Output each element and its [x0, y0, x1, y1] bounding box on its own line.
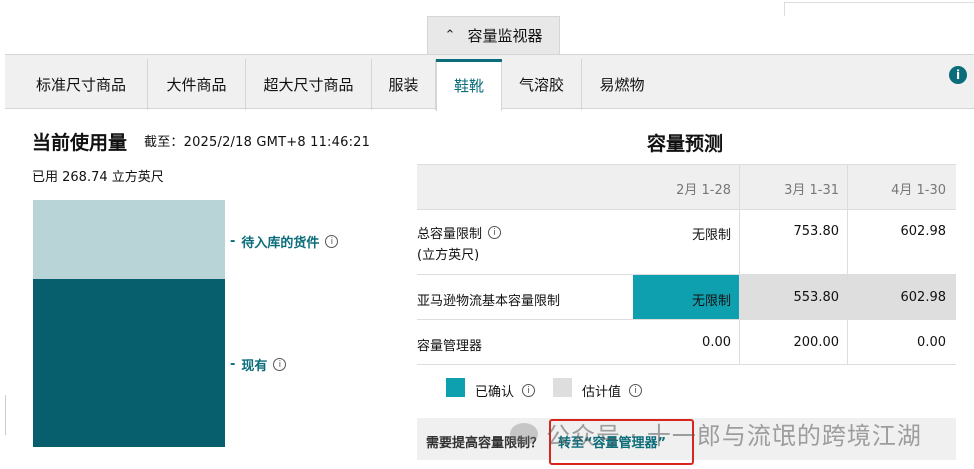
wechat-icon [510, 422, 538, 445]
total-limit-mar: 753.80 [793, 224, 840, 239]
info-icon[interactable]: i [273, 358, 287, 371]
current-usage-title: 当前使用量 [32, 132, 128, 154]
used-volume: 已用 268.74 立方英尺 [32, 170, 164, 185]
tab-extra-large[interactable]: 超大尺寸商品 [246, 59, 372, 110]
capacity-manager-mar: 200.00 [793, 335, 840, 350]
tab-standard-size[interactable]: 标准尺寸商品 [15, 59, 148, 110]
column-divider [847, 164, 848, 364]
tab-aerosol[interactable]: 气溶胶 [502, 59, 582, 110]
as-of-timestamp: 截至：2025/2/18 GMT+8 11:46:21 [144, 135, 371, 150]
top-right-box [784, 2, 974, 16]
on-hand-label: 现有 [241, 359, 268, 374]
info-icon[interactable]: i [522, 384, 536, 397]
info-icon[interactable]: i [629, 384, 643, 397]
row-divider [417, 209, 956, 210]
capacity-manager-feb: 0.00 [702, 335, 731, 350]
chevron-up-icon: ⌃ [444, 28, 456, 43]
total-limit-label: 总容量限制 i [417, 223, 502, 242]
fba-base-limit-apr: 602.98 [900, 290, 947, 305]
fba-base-limit-mar: 553.80 [793, 290, 840, 305]
estimated-swatch [553, 378, 572, 397]
inbound-usage-bar [33, 200, 225, 279]
column-header-mar: 3月 1-31 [784, 183, 839, 198]
storage-type-tabs: 标准尺寸商品 大件商品 超大尺寸商品 服装 鞋靴 气溶胶 易燃物 [5, 54, 974, 111]
column-divider [739, 164, 740, 364]
tab-footwear[interactable]: 鞋靴 [436, 59, 502, 111]
row-divider [417, 274, 956, 275]
total-limit-apr: 602.98 [900, 224, 947, 239]
fba-base-limit-feb: 无限制 [691, 294, 731, 309]
tab-oversize[interactable]: 大件商品 [148, 59, 246, 110]
capacity-manager-label: 容量管理器 [417, 339, 483, 354]
fba-base-limit-label: 亚马逊物流基本容量限制 [417, 294, 561, 309]
capacity-monitor-tab[interactable]: ⌃ 容量监视器 [427, 16, 560, 54]
row-divider [417, 319, 956, 320]
inbound-label: 待入库的货件 [241, 236, 320, 251]
info-icon[interactable]: i [488, 226, 502, 239]
on-hand-link[interactable]: - 现有 i [230, 355, 287, 374]
info-icon[interactable]: i [949, 66, 967, 84]
tab-apparel[interactable]: 服装 [372, 59, 436, 110]
left-edge-divider [0, 395, 6, 435]
capacity-monitor-label: 容量监视器 [467, 27, 543, 45]
confirmed-legend: 已确认 i [475, 381, 536, 400]
confirmed-swatch [446, 378, 465, 397]
row-divider [417, 364, 956, 365]
tab-flammable[interactable]: 易燃物 [582, 59, 662, 110]
forecast-title: 容量预测 [647, 133, 724, 155]
total-limit-feb: 无限制 [691, 228, 731, 243]
estimated-legend: 估计值 i [582, 381, 643, 400]
watermark: 公众号 · 十一郎与流氓的跨境江湖 [510, 416, 922, 451]
inbound-shipments-link[interactable]: - 待入库的货件 i [230, 232, 339, 251]
info-icon[interactable]: i [325, 235, 339, 248]
column-header-apr: 4月 1-30 [891, 183, 946, 198]
capacity-manager-apr: 0.00 [917, 335, 946, 350]
column-header-feb: 2月 1-28 [676, 183, 731, 198]
total-limit-unit: (立方英尺) [417, 248, 480, 263]
inbound-dash: - [230, 234, 236, 249]
on-hand-dash: - [230, 357, 236, 372]
on-hand-usage-bar [33, 279, 225, 447]
